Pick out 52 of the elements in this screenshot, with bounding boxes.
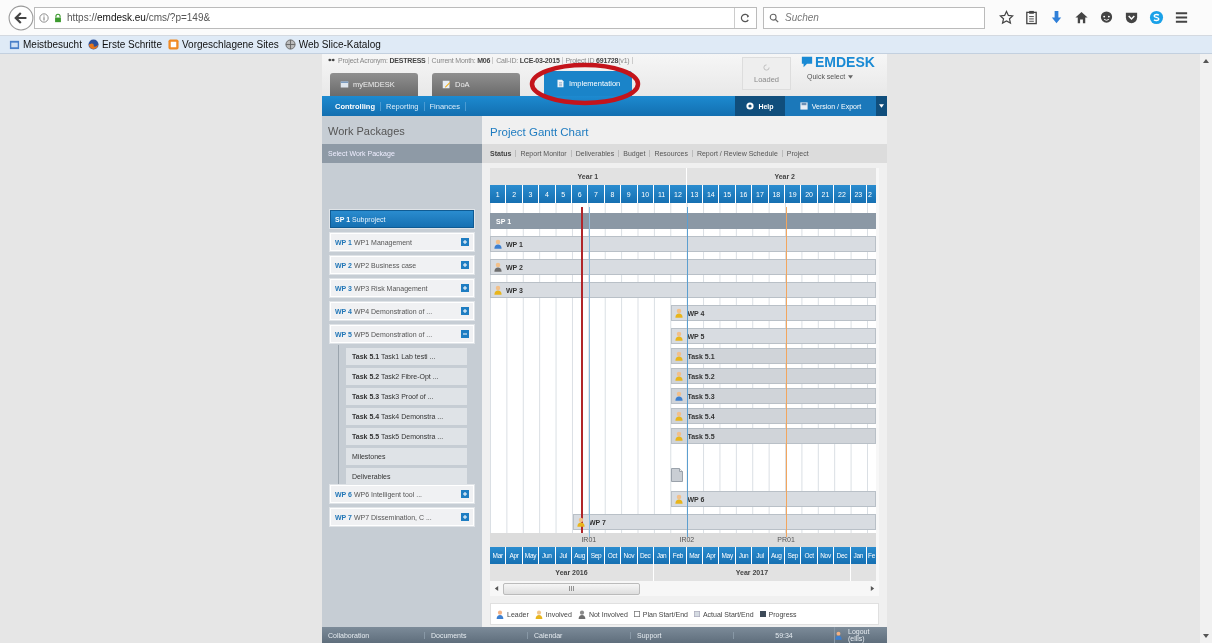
address-bar[interactable]: https://emdesk.eu/cms/?p=149& xyxy=(34,6,757,29)
scrollbar[interactable] xyxy=(1200,54,1212,643)
bookmark-link[interactable]: Vorgeschlagene Sites xyxy=(167,39,279,50)
person-icon xyxy=(577,609,586,619)
scroll-up-icon[interactable] xyxy=(1203,58,1209,64)
caret-icon xyxy=(848,74,854,79)
bookmark-link[interactable]: Meistbesucht xyxy=(9,39,82,50)
lock-icon xyxy=(53,12,63,23)
refresh-icon xyxy=(762,63,771,72)
help-icon xyxy=(746,102,755,110)
document-icon[interactable] xyxy=(671,467,684,483)
page-title: Project Gantt Chart xyxy=(490,125,590,140)
search-icon xyxy=(769,12,779,23)
home-icon[interactable] xyxy=(1074,10,1089,25)
expand-icon[interactable] xyxy=(461,284,469,292)
document-icon xyxy=(556,79,565,88)
skype-icon[interactable] xyxy=(1149,10,1164,25)
logo: EMDESK xyxy=(815,54,875,70)
pencil-icon xyxy=(442,80,451,89)
sites-icon xyxy=(167,39,179,50)
scroll-left-icon[interactable] xyxy=(494,586,499,591)
expand-icon[interactable] xyxy=(461,261,469,269)
glasses-icon xyxy=(328,58,335,62)
sidebar-title: Work Packages xyxy=(327,124,406,139)
expand-icon[interactable] xyxy=(461,513,469,521)
person-icon xyxy=(534,609,543,619)
caret-icon xyxy=(879,104,884,108)
globe-icon xyxy=(284,39,296,50)
star-icon[interactable] xyxy=(999,10,1014,25)
info-icon xyxy=(39,12,49,23)
floppy-icon xyxy=(799,102,808,110)
expand-icon[interactable] xyxy=(461,238,469,246)
menu-icon[interactable] xyxy=(1174,10,1189,25)
bookmark-link[interactable]: Erste Schritte xyxy=(87,39,162,50)
window-icon xyxy=(340,80,349,89)
pocket-icon[interactable] xyxy=(1124,10,1139,25)
bookmark-link[interactable]: Web Slice-Katalog xyxy=(284,39,381,50)
clipboard-icon[interactable] xyxy=(1024,10,1039,25)
logo-icon xyxy=(801,56,813,68)
expand-icon[interactable] xyxy=(461,307,469,315)
square-icon xyxy=(759,611,766,617)
search-field[interactable]: Suchen xyxy=(763,6,985,29)
chat-icon[interactable] xyxy=(1099,10,1114,25)
scroll-right-icon[interactable] xyxy=(870,586,875,591)
person-icon xyxy=(835,630,842,640)
folder-icon xyxy=(9,39,20,50)
scroll-down-icon[interactable] xyxy=(1203,633,1209,639)
export-menu-button[interactable] xyxy=(876,96,887,116)
expand-icon[interactable] xyxy=(461,490,469,498)
back-button[interactable] xyxy=(8,4,34,31)
globe-icon xyxy=(87,39,99,50)
person-icon xyxy=(496,609,504,619)
